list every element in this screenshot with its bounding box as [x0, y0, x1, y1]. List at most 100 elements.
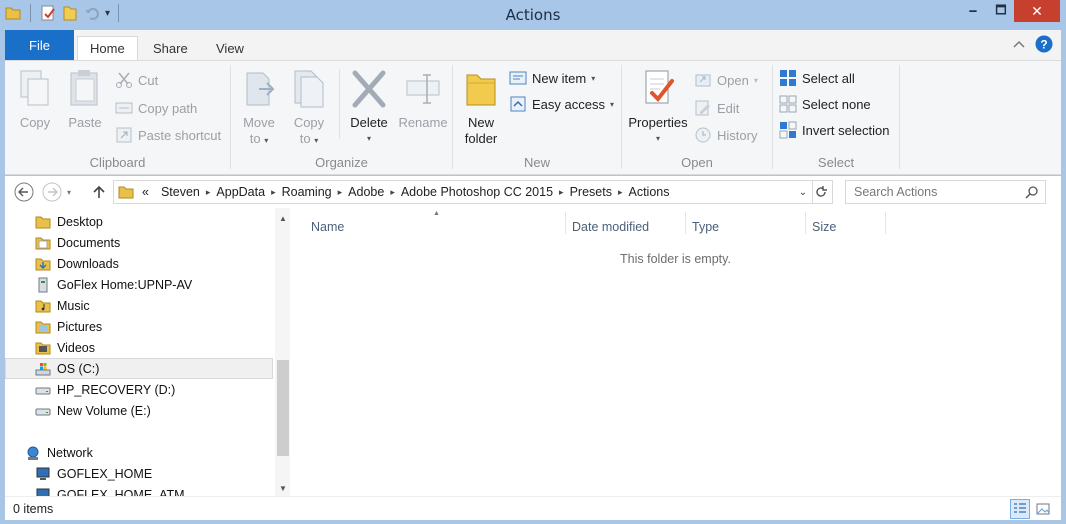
title-bar: ▾ Actions 🗕 🗖 ✕	[0, 0, 1066, 30]
media-server-icon	[38, 277, 48, 292]
column-header-size[interactable]: Size	[812, 216, 884, 238]
invert-selection-button[interactable]: Invert selection	[779, 121, 889, 139]
address-bar[interactable]: « Steven ▸ AppData ▸ Roaming ▸ Adobe ▸ A…	[113, 180, 813, 204]
scrollbar-thumb[interactable]	[277, 360, 289, 456]
nav-item-desktop[interactable]: Desktop	[5, 211, 273, 232]
up-arrow-icon	[93, 185, 105, 198]
copy-button[interactable]: Copy	[15, 67, 55, 131]
breadcrumb-presets[interactable]: Presets	[564, 185, 618, 199]
copy-path-label: Copy path	[138, 100, 198, 116]
navigation-pane: Desktop Documents Downloads GoFlex Home:…	[5, 208, 290, 496]
select-group-label: Select	[817, 155, 855, 170]
tab-home[interactable]: Home	[77, 36, 138, 60]
breadcrumb-roaming[interactable]: Roaming	[276, 185, 338, 199]
back-button[interactable]	[14, 182, 34, 202]
tab-view[interactable]: View	[204, 36, 256, 60]
breadcrumb-steven[interactable]: Steven	[155, 185, 206, 199]
help-icon[interactable]: ?	[1035, 35, 1053, 53]
breadcrumb-overflow[interactable]: «	[134, 185, 155, 199]
tab-file[interactable]: File	[5, 30, 74, 60]
nav-item-pictures[interactable]: Pictures	[5, 316, 273, 337]
move-to-button[interactable]: Move to ▾	[239, 67, 279, 149]
nav-item-goflex-home[interactable]: GoFlex Home:UPNP-AV	[5, 274, 273, 295]
nav-scrollbar[interactable]: ▲ ▼	[275, 208, 290, 496]
edit-label: Edit	[717, 100, 740, 116]
dropdown-caret-icon: ▾	[609, 99, 614, 109]
folder-icon	[118, 186, 134, 199]
move-to-label-2: to ▾	[250, 131, 268, 149]
explorer-body: Desktop Documents Downloads GoFlex Home:…	[5, 208, 1061, 496]
rename-button[interactable]: Rename	[398, 67, 448, 131]
tab-share[interactable]: Share	[141, 36, 200, 60]
refresh-button[interactable]	[809, 180, 833, 204]
folder-icon	[35, 216, 51, 228]
breadcrumb-adobe[interactable]: Adobe	[342, 185, 390, 199]
copy-to-button[interactable]: Copy to ▾	[289, 67, 329, 149]
nav-item-label: Network	[47, 445, 93, 460]
properties-button[interactable]: Properties ▾	[628, 67, 688, 147]
item-count: 0 items	[13, 502, 54, 516]
folder-icon	[35, 342, 51, 354]
select-none-label: Select none	[802, 96, 871, 112]
paste-button[interactable]: Paste	[65, 67, 105, 131]
maximize-button[interactable]: 🗖	[984, 0, 1018, 22]
breadcrumb-actions[interactable]: Actions	[623, 185, 676, 199]
invert-selection-icon	[779, 121, 797, 139]
breadcrumb-photoshop[interactable]: Adobe Photoshop CC 2015	[395, 185, 559, 199]
new-folder-button[interactable]: New folder	[461, 67, 501, 147]
nav-item-new-volume[interactable]: New Volume (E:)	[5, 400, 273, 421]
search-input[interactable]: Search Actions	[845, 180, 1046, 204]
select-all-button[interactable]: Select all	[779, 69, 855, 87]
scroll-down-icon[interactable]: ▼	[275, 480, 290, 496]
nav-item-os-c[interactable]: OS (C:)	[5, 358, 273, 379]
column-divider[interactable]	[885, 212, 886, 234]
nav-item-hp-recovery[interactable]: HP_RECOVERY (D:)	[5, 379, 273, 400]
column-header-name[interactable]: Name	[311, 216, 565, 238]
breadcrumb-appdata[interactable]: AppData	[210, 185, 271, 199]
copy-icon	[20, 70, 49, 106]
column-header-date-modified[interactable]: Date modified	[572, 216, 684, 238]
nav-item-goflex-home-atm[interactable]: GOFLEX_HOME_ATM	[5, 484, 273, 496]
computer-icon	[36, 488, 50, 496]
recent-locations-chevron-icon[interactable]: ▾	[63, 182, 75, 202]
up-button[interactable]	[89, 182, 109, 202]
window-title: Actions	[505, 6, 561, 24]
nav-item-label: OS (C:)	[57, 361, 100, 376]
new-item-button[interactable]: New item ▾	[509, 69, 595, 87]
nav-item-music[interactable]: Music	[5, 295, 273, 316]
nav-item-downloads[interactable]: Downloads	[5, 253, 273, 274]
search-icon[interactable]	[1025, 185, 1039, 199]
close-button[interactable]: ✕	[1014, 0, 1060, 22]
paste-shortcut-button[interactable]: Paste shortcut	[115, 126, 221, 144]
large-icons-view-button[interactable]	[1033, 499, 1053, 519]
folder-icon	[35, 237, 51, 249]
nav-item-goflex-home-computer[interactable]: GOFLEX_HOME	[5, 463, 273, 484]
rename-icon	[406, 74, 440, 104]
nav-item-label: GoFlex Home:UPNP-AV	[57, 277, 193, 292]
minimize-ribbon-chevron-icon[interactable]	[1010, 35, 1028, 53]
cut-button[interactable]: Cut	[115, 71, 158, 89]
edit-button[interactable]: Edit	[694, 99, 739, 117]
column-divider[interactable]	[805, 212, 806, 234]
scroll-up-icon[interactable]: ▲	[275, 210, 290, 226]
history-button[interactable]: History	[694, 126, 757, 144]
select-none-button[interactable]: Select none	[779, 95, 871, 113]
forward-button[interactable]	[42, 182, 62, 202]
dropdown-caret-icon: ▾	[314, 136, 319, 145]
properties-label: Properties	[628, 115, 688, 130]
column-divider[interactable]	[685, 212, 686, 234]
easy-access-button[interactable]: Easy access ▾	[509, 95, 614, 113]
history-icon	[695, 127, 711, 143]
delete-button[interactable]: Delete ▾	[347, 67, 391, 147]
forward-arrow-icon	[42, 182, 62, 202]
open-button[interactable]: Open ▾	[694, 71, 758, 89]
copy-path-button[interactable]: Copy path	[115, 99, 197, 117]
nav-item-videos[interactable]: Videos	[5, 337, 273, 358]
column-divider[interactable]	[565, 212, 566, 234]
nav-item-network[interactable]: Network	[5, 442, 273, 463]
nav-item-documents[interactable]: Documents	[5, 232, 273, 253]
subgroup-divider	[339, 69, 340, 139]
file-list-pane: ▲ Name Date modified Type Size This fold…	[290, 208, 1061, 496]
details-view-button[interactable]	[1010, 499, 1030, 519]
column-header-type[interactable]: Type	[692, 216, 804, 238]
